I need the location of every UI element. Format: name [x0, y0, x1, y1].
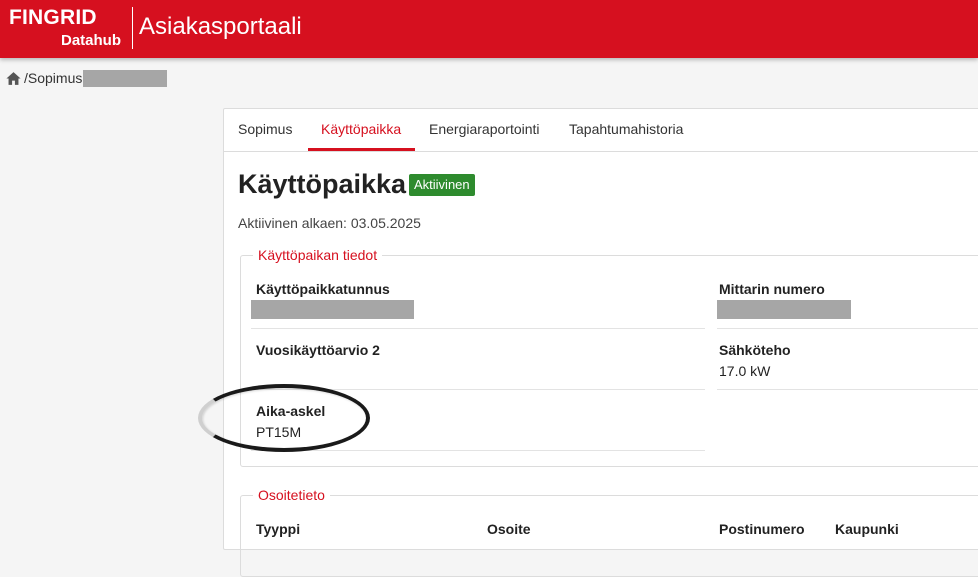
- address-column-city: Kaupunki: [835, 521, 899, 537]
- logo-fingrid[interactable]: FINGRID: [9, 6, 97, 30]
- row-divider: [717, 389, 978, 390]
- address-details: Osoitetieto Tyyppi Osoite Postinumero Ka…: [240, 487, 978, 577]
- annual-estimate-label: Vuosikäyttöarvio 2: [256, 342, 380, 358]
- metering-point-details: Käyttöpaikan tiedot Käyttöpaikkatunnus M…: [240, 247, 978, 467]
- time-step-label: Aika-askel: [256, 403, 326, 419]
- app-title[interactable]: Asiakasportaali: [139, 13, 302, 41]
- breadcrumb-redacted: [83, 69, 168, 87]
- home-icon[interactable]: [5, 70, 22, 87]
- tab-tapahtumahistoria[interactable]: Tapahtumahistoria: [569, 121, 683, 137]
- tab-sopimus[interactable]: Sopimus: [238, 121, 292, 137]
- address-column-type: Tyyppi: [256, 521, 301, 537]
- logo-datahub: Datahub: [61, 32, 121, 49]
- metering-point-id-label: Käyttöpaikkatunnus: [256, 281, 390, 297]
- address-column-address: Osoite: [487, 521, 531, 537]
- meter-number-label: Mittarin numero: [719, 281, 825, 297]
- breadcrumb: / Sopimus: [5, 68, 168, 88]
- meter-number-redacted: [717, 300, 851, 319]
- breadcrumb-item-sopimus[interactable]: Sopimus: [28, 70, 82, 86]
- time-step-value: PT15M: [256, 424, 302, 440]
- row-divider: [251, 328, 705, 329]
- row-divider: [251, 450, 705, 451]
- metering-point-id-redacted: [251, 300, 414, 319]
- active-tab-indicator: [308, 148, 415, 151]
- row-divider: [251, 389, 705, 390]
- status-badge: Aktiivinen: [409, 174, 475, 196]
- page-title: Käyttöpaikka: [238, 169, 407, 199]
- tab-energiaraportointi[interactable]: Energiaraportointi: [429, 121, 540, 137]
- address-column-postal-code: Postinumero: [719, 521, 805, 537]
- tab-bar: Sopimus Käyttöpaikka Energiaraportointi …: [224, 109, 978, 152]
- power-value: 17.0 kW: [719, 363, 771, 379]
- app-header: FINGRID Datahub Asiakasportaali: [0, 0, 978, 58]
- address-legend: Osoitetieto: [253, 487, 330, 503]
- logo-divider: [132, 7, 133, 49]
- power-label: Sähköteho: [719, 342, 791, 358]
- details-legend: Käyttöpaikan tiedot: [253, 247, 383, 263]
- row-divider: [717, 328, 978, 329]
- active-since-text: Aktiivinen alkaen: 03.05.2025: [238, 215, 421, 231]
- tab-kayttopaikka[interactable]: Käyttöpaikka: [321, 121, 401, 137]
- main-card: Sopimus Käyttöpaikka Energiaraportointi …: [223, 108, 978, 577]
